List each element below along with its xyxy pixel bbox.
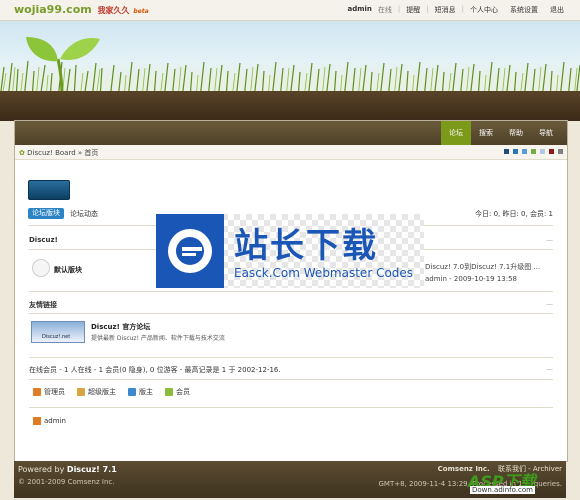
watermark-title-en: Easck.Com Webmaster Codes (234, 266, 414, 280)
legend-label: 会员 (176, 388, 190, 396)
corner-watermark: ASP下载 Down.adinfo.com (466, 470, 576, 498)
friend-link-name[interactable]: Discuz! 官方论坛 (91, 322, 150, 332)
logout-link[interactable]: 退出 (544, 5, 570, 15)
copyright: © 2001-2009 Comsenz Inc. (18, 478, 115, 486)
messages-link[interactable]: 短消息 (429, 5, 462, 15)
logo-beta: beta (133, 8, 149, 15)
breadcrumb-bar: ✿ Discuz! Board » 首页 (15, 145, 567, 160)
e-logo-icon (168, 229, 212, 273)
swatch-green[interactable] (531, 149, 536, 154)
legend-super-moderator: 超级版主 (77, 387, 116, 397)
tab-help[interactable]: 帮助 (501, 121, 531, 145)
swatch-lightblue[interactable] (522, 149, 527, 154)
divider (29, 291, 553, 292)
online-user[interactable]: admin (33, 417, 66, 425)
swatch-red[interactable] (549, 149, 554, 154)
breadcrumb-text: Discuz! Board » 首页 (27, 149, 99, 157)
header-banner (0, 21, 580, 121)
legend-moderator: 版主 (128, 387, 153, 397)
soil-band (0, 91, 580, 121)
settings-link[interactable]: 系统设置 (504, 5, 544, 15)
admin-icon (33, 417, 41, 425)
super-moderator-icon (77, 388, 85, 396)
swatch-navy[interactable] (504, 149, 509, 154)
powered-prefix: Powered by (18, 465, 65, 474)
online-summary: 在线会员 - 1 人在线 - 1 会员(0 隐身), 0 位游客 - 最高记录是… (29, 366, 281, 374)
breadcrumb[interactable]: ✿ Discuz! Board » 首页 (19, 148, 98, 158)
collapse-icon[interactable]: — (546, 365, 553, 373)
corner-logo-url: Down.adinfo.com (470, 486, 535, 494)
forum-sections-button[interactable]: 论坛版块 (28, 208, 64, 219)
user-center-link[interactable]: 个人中心 (464, 5, 504, 15)
top-bar: wojia99.com 我家久久 beta admin 在线 | 提醒 | 短消… (0, 0, 580, 21)
nav-tabs: 论坛 搜索 帮助 导航 (441, 121, 561, 145)
username-link[interactable]: admin (342, 5, 378, 15)
collapse-icon[interactable]: — (546, 300, 553, 308)
member-icon (165, 388, 173, 396)
leaf-icon: ✿ (19, 149, 25, 157)
tab-forum[interactable]: 论坛 (441, 121, 471, 145)
forum-name-link[interactable]: 默认版块 (54, 265, 82, 275)
online-username[interactable]: admin (44, 417, 66, 425)
legend-label: 管理员 (44, 388, 65, 396)
sprout-icon (26, 37, 100, 99)
banner-text: Discuz!.net (42, 334, 71, 340)
category-title[interactable]: Discuz! (29, 236, 58, 244)
user-group-legend: 管理员 超级版主 版主 会员 (33, 387, 190, 397)
legend-label: 超级版主 (88, 388, 116, 396)
divider (29, 357, 553, 358)
top-links: admin 在线 | 提醒 | 短消息 | 个人中心 系统设置 退出 (342, 5, 571, 15)
watermark-overlay: 站长下载 Easck.Com Webmaster Codes (156, 214, 424, 288)
moderator-icon (128, 388, 136, 396)
last-post-meta: admin - 2009-10-19 13:58 (425, 275, 517, 283)
friend-link-banner[interactable]: Discuz!.net (31, 321, 85, 343)
admin-icon (33, 388, 41, 396)
watermark-title-cn: 站长下载 (234, 226, 378, 266)
logo-text: wojia99.com (14, 3, 92, 16)
swatch-pale[interactable] (540, 149, 545, 154)
style-switcher (504, 149, 563, 154)
friend-link-desc: 提供最新 Discuz! 产品新闻、软件下载与技术交流 (91, 335, 225, 342)
site-logo[interactable]: wojia99.com 我家久久 beta (14, 3, 149, 16)
swatch-blue[interactable] (513, 149, 518, 154)
divider (29, 407, 553, 408)
last-post-title[interactable]: Discuz! 7.0到Discuz! 7.1升级图 ... (425, 261, 540, 273)
notifications-link[interactable]: 提醒 (400, 5, 426, 15)
forum-status-icon (32, 259, 50, 277)
friend-links-title: 友情链接 (29, 301, 57, 309)
nav-bar: 论坛 搜索 帮助 导航 (15, 121, 567, 145)
logo-cn-text: 我家久久 (97, 6, 130, 15)
tab-search[interactable]: 搜索 (471, 121, 501, 145)
powered-name[interactable]: Discuz! 7.1 (67, 465, 117, 474)
swatch-gray[interactable] (558, 149, 563, 154)
main-panel: 论坛 搜索 帮助 导航 ✿ Discuz! Board » 首页 论坛版块 论坛… (14, 120, 568, 462)
collapse-icon[interactable]: — (546, 236, 553, 244)
legend-member: 会员 (165, 387, 190, 397)
online-status: 在线 (377, 6, 392, 14)
forum-activity-link[interactable]: 论坛动态 (70, 209, 98, 219)
legend-admin: 管理员 (33, 387, 65, 397)
watermark-logo (156, 214, 224, 288)
legend-label: 版主 (139, 388, 153, 396)
divider (29, 313, 553, 314)
divider (29, 379, 553, 380)
tab-navigation[interactable]: 导航 (531, 121, 561, 145)
powered-by: Powered by Discuz! 7.1 (18, 465, 117, 474)
last-post: Discuz! 7.0到Discuz! 7.1升级图 ... admin - 2… (425, 261, 540, 285)
forum-stats: 今日: 0, 昨日: 0, 会员: 1 (474, 210, 553, 218)
forum-banner-button[interactable] (28, 180, 70, 200)
